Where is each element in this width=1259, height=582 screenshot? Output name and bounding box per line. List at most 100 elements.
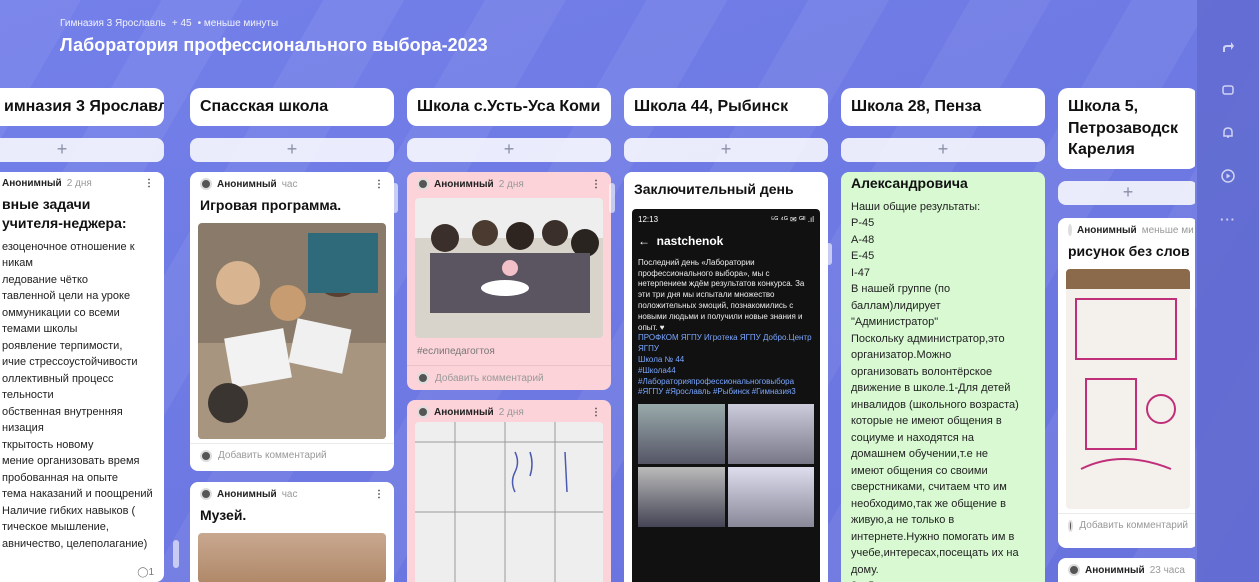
post-line: домашнем обучении,т.е не <box>851 448 989 461</box>
column-spasskaya: Спасская школа + Анонимный час ⋮ Игровая… <box>190 88 394 582</box>
copy-icon[interactable] <box>1221 83 1235 100</box>
post-hashtag: #еслипедагогтоя <box>417 346 495 357</box>
play-icon[interactable] <box>1221 169 1235 186</box>
post-line: имеют общения со своими <box>851 464 988 477</box>
column-title[interactable]: Школа 5, Петрозаводск Карелия <box>1058 88 1195 169</box>
post-title: рисунок без слов <box>1068 243 1190 259</box>
post-menu-icon[interactable]: ⋮ <box>374 179 384 190</box>
post-line: тическое мышление, <box>2 521 109 534</box>
drawing-icon <box>1066 268 1190 509</box>
phone-post-text: Последний день «Лаборатории профессионал… <box>638 257 805 332</box>
board-columns: имназия 3 Ярославль + Анонимный 2 дня ⋮ … <box>0 88 1195 582</box>
column-title[interactable]: имназия 3 Ярославль <box>0 88 164 126</box>
bell-icon[interactable] <box>1221 126 1235 143</box>
phone-photo-grid <box>638 404 814 528</box>
post-line: необходимо,так же общение в <box>851 497 1006 510</box>
post-line: I-47 <box>851 266 870 279</box>
post-line: тема наказаний и поощрений <box>2 488 153 501</box>
post-line: В нашей группе (по <box>851 283 951 296</box>
grid-photo <box>727 404 814 465</box>
phone-username: nastchenok <box>656 233 724 248</box>
post-title: Музей. <box>200 507 247 523</box>
post-title: Заключительный день <box>634 181 794 197</box>
post-line: Наши общие результаты: <box>851 200 981 213</box>
post-author: Анонимный <box>434 178 494 190</box>
avatar <box>417 372 429 384</box>
column-title[interactable]: Спасская школа <box>190 88 394 126</box>
column-scrollbar[interactable] <box>826 243 832 265</box>
post-title: Александровича <box>851 175 968 191</box>
post-line: инвалидов (школьного возраста) <box>851 398 1019 411</box>
post-line: 2 - Для ветеранов <box>851 578 1035 582</box>
add-post-button[interactable]: + <box>407 137 611 162</box>
post-menu-icon[interactable]: ⋮ <box>374 489 384 500</box>
post-card[interactable]: Анонимный час ⋮ Игровая программа. Добав… <box>190 172 394 471</box>
post-line: низация <box>2 422 44 435</box>
grid-photo <box>727 467 814 528</box>
avatar <box>200 178 212 190</box>
grid-photo <box>638 404 725 465</box>
add-comment-label: Добавить комментарий <box>218 450 327 462</box>
post-time: час <box>281 178 298 190</box>
add-comment[interactable]: Добавить комментарий <box>190 442 394 468</box>
right-sidebar: ··· <box>1197 0 1259 582</box>
post-card[interactable]: Анонимный 2 дня ⋮ <box>407 400 611 582</box>
add-post-button[interactable]: + <box>841 137 1045 162</box>
post-image-worksheet[interactable] <box>415 422 603 582</box>
post-card[interactable]: Анонимный час ⋮ Музей. <box>190 482 394 582</box>
comment-icon: ◯ <box>137 567 149 578</box>
column-school28: Школа 28, Пенза + Александровича Наши об… <box>841 88 1045 582</box>
post-line: роявление терпимости, <box>2 339 123 352</box>
post-author: Анонимный <box>1085 564 1145 576</box>
column-title[interactable]: Школа 28, Пенза <box>841 88 1045 126</box>
post-menu-icon[interactable]: ⋮ <box>144 178 154 189</box>
grid-photo <box>638 467 725 528</box>
post-image-children-game[interactable] <box>198 222 386 439</box>
post-menu-icon[interactable]: ⋮ <box>591 179 601 190</box>
add-post-button[interactable]: + <box>0 137 164 162</box>
column-title[interactable]: Школа с.Усть-Уса Коми <box>407 88 611 126</box>
post-line: Р-45 <box>851 217 875 230</box>
board-header: Гимназия 3 Ярославль + 45 • меньше минут… <box>60 18 488 56</box>
add-post-button[interactable]: + <box>1058 180 1195 205</box>
add-comment[interactable]: Добавить комментарий <box>1058 512 1195 538</box>
post-card[interactable]: Анонимный 2 дня ⋮ #еслипедагогтоя Добави… <box>407 172 611 390</box>
column-title[interactable]: Школа 44, Рыбинск <box>624 88 828 126</box>
board-author[interactable]: Гимназия 3 Ярославль <box>60 18 166 29</box>
phone-post-tags: ПРОФКОМ ЯГПУ Игротека ЯГПУ Добро.Центр Я… <box>638 333 812 397</box>
post-image-instagram-screenshot[interactable]: 12:13 ⁵ᴳ ⁴ᴳ ✉ ᴳᴵˡ .ıl ← nastchenok После… <box>632 208 820 582</box>
post-line: Поскольку администратор,это <box>851 332 1005 345</box>
comment-count[interactable]: ◯1 <box>137 567 154 578</box>
post-line: авничество, целеполагание) <box>2 537 148 550</box>
column-ust-usa: Школа с.Усть-Уса Коми + Анонимный 2 дня … <box>407 88 611 582</box>
avatar <box>1068 519 1074 532</box>
post-author: Анонимный <box>2 178 62 189</box>
post-menu-icon[interactable]: ⋮ <box>591 407 601 418</box>
board-meta: Гимназия 3 Ярославль + 45 • меньше минут… <box>60 18 488 29</box>
column-scrollbar[interactable] <box>609 183 615 213</box>
post-body: Наши общие результаты: Р-45 А-48 Е-45 I-47 В … <box>841 197 1045 582</box>
post-card[interactable]: Заключительный день 12:13 ⁵ᴳ ⁴ᴳ ✉ ᴳᴵˡ .ı… <box>624 172 828 582</box>
add-comment[interactable]: Добавить комментарий <box>407 365 611 390</box>
post-line: оллективный процесс <box>2 372 114 385</box>
worksheet-icon <box>415 422 603 582</box>
post-body: езоценочное отношение к никам ледование чё… <box>0 237 164 555</box>
phone-time: 12:13 <box>638 214 659 224</box>
post-image-drawing[interactable] <box>1066 268 1190 509</box>
post-card[interactable]: Александровича Наши общие результаты: Р-4… <box>841 172 1045 582</box>
add-post-button[interactable]: + <box>624 137 828 162</box>
share-icon[interactable] <box>1221 40 1235 57</box>
more-icon[interactable]: ··· <box>1220 212 1236 227</box>
post-image-museum[interactable] <box>198 532 386 582</box>
column-scrollbar[interactable] <box>392 183 398 213</box>
post-card[interactable]: Анонимный меньше ми рисунок без слов Доб… <box>1058 218 1195 548</box>
post-card[interactable]: Анонимный 2 дня ⋮ вные задачи учителя-не… <box>0 172 164 582</box>
add-post-button[interactable]: + <box>190 137 394 162</box>
post-card[interactable]: Анонимный 23 часа <box>1058 558 1195 582</box>
column-scrollbar[interactable] <box>173 540 179 568</box>
post-line: никам <box>2 257 33 270</box>
avatar <box>417 178 429 190</box>
post-author: Анонимный <box>1077 224 1137 236</box>
post-line: социуме и находятся на <box>851 431 974 444</box>
post-image-group[interactable] <box>415 198 603 338</box>
